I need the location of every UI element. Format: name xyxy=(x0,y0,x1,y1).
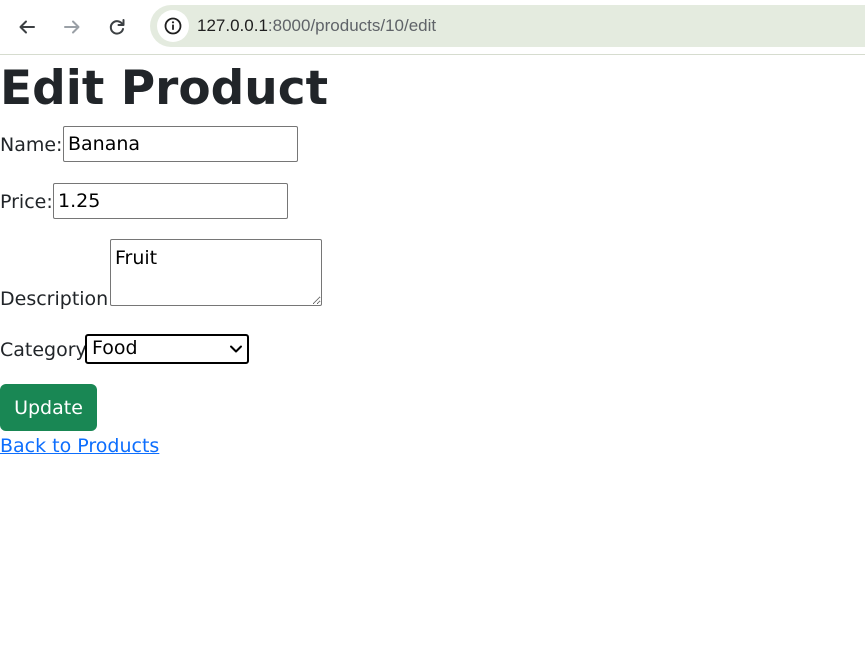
description-label: Description: xyxy=(0,288,115,310)
reload-button[interactable] xyxy=(100,10,134,44)
category-selected-value: Food xyxy=(92,337,138,359)
page-title: Edit Product xyxy=(0,61,329,116)
chevron-down-icon xyxy=(230,345,242,353)
site-info-button[interactable] xyxy=(157,10,189,42)
info-icon xyxy=(164,17,182,35)
category-select[interactable]: Food xyxy=(85,334,249,364)
address-bar[interactable]: 127.0.0.1:8000/products/10/edit xyxy=(150,5,865,47)
back-button[interactable] xyxy=(10,10,44,44)
back-to-products-link[interactable]: Back to Products xyxy=(0,435,159,457)
update-button[interactable]: Update xyxy=(0,384,97,431)
url-text[interactable]: 127.0.0.1:8000/products/10/edit xyxy=(197,16,436,36)
url-host: 127.0.0.1 xyxy=(197,16,268,35)
url-path: :8000/products/10/edit xyxy=(267,16,437,35)
forward-button[interactable] xyxy=(55,10,89,44)
price-input[interactable] xyxy=(53,183,288,219)
reload-icon xyxy=(109,19,125,35)
name-label: Name: xyxy=(0,134,63,156)
name-input[interactable] xyxy=(63,126,298,162)
description-textarea[interactable]: Fruit xyxy=(110,239,322,306)
browser-toolbar: 127.0.0.1:8000/products/10/edit xyxy=(0,0,865,55)
arrow-right-icon xyxy=(64,20,80,34)
arrow-left-icon xyxy=(19,20,35,34)
price-label: Price: xyxy=(0,191,53,213)
category-label: Category xyxy=(0,339,87,361)
